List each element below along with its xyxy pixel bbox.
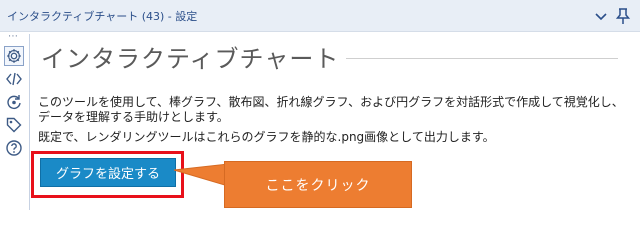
sidebar-item-tag[interactable] (5, 116, 23, 134)
refresh-target-icon (7, 95, 21, 109)
sidebar-divider (29, 34, 30, 210)
overflow-dots[interactable]: ⋯ (8, 32, 19, 42)
sidebar-item-configuration[interactable] (4, 46, 24, 66)
window-title: インタラクティブチャート (43) - 設定 (7, 10, 198, 23)
configure-chart-button[interactable]: グラフを設定する (40, 158, 176, 187)
callout-label: ここをクリック (224, 161, 412, 208)
window-titlebar: インタラクティブチャート (43) - 設定 (0, 0, 640, 32)
chevron-down-icon[interactable] (592, 7, 610, 25)
page-title: インタラクティブチャート (41, 45, 340, 73)
tag-icon (6, 117, 22, 133)
gear-icon (7, 49, 21, 63)
tool-description: このツールを使用して、棒グラフ、散布図、折れ線グラフ、および円グラフを対話形式で… (38, 95, 624, 124)
code-icon (6, 72, 22, 86)
default-output-note: 既定で、レンダリングツールはこれらのグラフを静的な.png画像として出力します。 (38, 130, 495, 144)
help-icon (6, 140, 22, 156)
sidebar-item-code[interactable] (5, 70, 23, 88)
pin-icon[interactable] (614, 6, 632, 26)
sidebar-item-refresh[interactable] (5, 93, 23, 111)
heading-divider (346, 58, 618, 59)
sidebar-item-help[interactable] (5, 139, 23, 157)
